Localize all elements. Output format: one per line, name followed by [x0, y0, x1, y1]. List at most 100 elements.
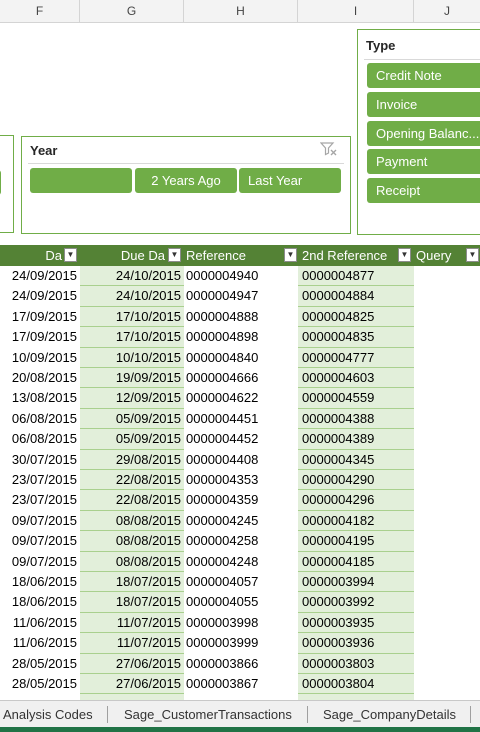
query-dropdown-icon[interactable]: ▼	[466, 248, 479, 262]
date-cell[interactable]: 20/08/2015	[0, 368, 77, 388]
column-header-g[interactable]: G	[80, 0, 184, 22]
reference-cell[interactable]: 0000003998	[186, 613, 296, 633]
due-date-dropdown-icon[interactable]: ▼	[168, 248, 181, 262]
date-cell[interactable]: 10/09/2015	[0, 348, 77, 368]
column-header-h[interactable]: H	[184, 0, 298, 22]
2nd-reference-cell[interactable]: 0000003994	[302, 572, 412, 592]
reference-cell[interactable]: 0000004947	[186, 286, 296, 306]
reference-cell[interactable]: 0000004245	[186, 511, 296, 531]
date-cell[interactable]: 18/06/2015	[0, 592, 77, 612]
2nd-reference-cell[interactable]: 0000004290	[302, 470, 412, 490]
2nd-reference-cell[interactable]: 0000004185	[302, 552, 412, 572]
type-button-receipt[interactable]: Receipt	[367, 178, 480, 203]
date-cell[interactable]: 09/07/2015	[0, 552, 77, 572]
reference-cell[interactable]: 0000004666	[186, 368, 296, 388]
2nd-reference-cell[interactable]: 0000003804	[302, 674, 412, 694]
date-cell[interactable]: 30/07/2015	[0, 450, 77, 470]
due-date-cell[interactable]: 11/07/2015	[80, 613, 181, 633]
date-cell[interactable]: 17/09/2015	[0, 307, 77, 327]
due-date-cell[interactable]: 24/10/2015	[80, 286, 181, 306]
due-date-cell[interactable]: 18/07/2015	[80, 572, 181, 592]
date-cell[interactable]: 23/07/2015	[0, 490, 77, 510]
2nd-reference-cell[interactable]: 0000004835	[302, 327, 412, 347]
reference-cell[interactable]: 0000004840	[186, 348, 296, 368]
date-cell[interactable]: 09/07/2015	[0, 511, 77, 531]
due-date-cell[interactable]: 10/10/2015	[80, 348, 181, 368]
reference-cell[interactable]: 0000004408	[186, 450, 296, 470]
date-cell[interactable]: 17/09/2015	[0, 327, 77, 347]
year-button-1[interactable]	[30, 168, 132, 193]
due-date-cell[interactable]: 11/07/2015	[80, 633, 181, 653]
year-button-2-years-ago[interactable]: 2 Years Ago	[135, 168, 237, 193]
2nd-reference-cell[interactable]: 0000004777	[302, 348, 412, 368]
tab-sage-customer-transactions[interactable]: Sage_CustomerTransactions	[124, 701, 292, 728]
reference-cell[interactable]: 0000004888	[186, 307, 296, 327]
2nd-reference-cell[interactable]: 0000004195	[302, 531, 412, 551]
2nd-reference-cell[interactable]: 0000004389	[302, 429, 412, 449]
type-button-credit-note[interactable]: Credit Note	[367, 63, 480, 88]
due-date-cell[interactable]: 05/09/2015	[80, 429, 181, 449]
type-button-payment[interactable]: Payment	[367, 149, 480, 174]
date-cell[interactable]: 06/08/2015	[0, 409, 77, 429]
2nd-reference-cell[interactable]: 0000004877	[302, 266, 412, 286]
reference-cell[interactable]: 0000004451	[186, 409, 296, 429]
reference-cell[interactable]: 0000004359	[186, 490, 296, 510]
reference-dropdown-icon[interactable]: ▼	[284, 248, 297, 262]
tab-sage-company-details[interactable]: Sage_CompanyDetails	[323, 701, 456, 728]
due-date-cell[interactable]: 27/06/2015	[80, 674, 181, 694]
2nd-reference-cell[interactable]: 0000004825	[302, 307, 412, 327]
date-cell[interactable]: 24/09/2015	[0, 266, 77, 286]
date-cell[interactable]: 11/06/2015	[0, 633, 77, 653]
due-date-cell[interactable]: 22/08/2015	[80, 470, 181, 490]
2nd-reference-cell[interactable]: 0000003803	[302, 654, 412, 674]
due-date-cell[interactable]: 08/08/2015	[80, 531, 181, 551]
due-date-cell[interactable]: 17/10/2015	[80, 327, 181, 347]
date-cell[interactable]: 13/08/2015	[0, 388, 77, 408]
2nd-reference-dropdown-icon[interactable]: ▼	[398, 248, 411, 262]
reference-cell[interactable]: 0000004248	[186, 552, 296, 572]
due-date-cell[interactable]: 08/08/2015	[80, 552, 181, 572]
reference-cell[interactable]: 0000004898	[186, 327, 296, 347]
reference-cell[interactable]: 0000004057	[186, 572, 296, 592]
partial-slicer-button[interactable]	[0, 170, 1, 195]
clear-filter-icon[interactable]	[319, 141, 338, 160]
reference-cell[interactable]: 0000004055	[186, 592, 296, 612]
due-date-cell[interactable]: 29/08/2015	[80, 450, 181, 470]
type-button-invoice[interactable]: Invoice	[367, 92, 480, 117]
year-button-last-year[interactable]: Last Year	[239, 168, 341, 193]
date-cell[interactable]: 24/09/2015	[0, 286, 77, 306]
reference-cell[interactable]: 0000004622	[186, 388, 296, 408]
reference-cell[interactable]: 0000003867	[186, 674, 296, 694]
date-cell[interactable]: 28/05/2015	[0, 674, 77, 694]
2nd-reference-cell[interactable]: 0000004603	[302, 368, 412, 388]
reference-cell[interactable]: 0000004452	[186, 429, 296, 449]
column-header-i[interactable]: I	[298, 0, 414, 22]
2nd-reference-cell[interactable]: 0000004345	[302, 450, 412, 470]
2nd-reference-cell[interactable]: 0000004884	[302, 286, 412, 306]
due-date-cell[interactable]: 12/09/2015	[80, 388, 181, 408]
type-slicer[interactable]: Type Credit Note Invoice Opening Balanc.…	[357, 29, 480, 235]
2nd-reference-cell[interactable]: 0000004388	[302, 409, 412, 429]
date-cell[interactable]: 18/06/2015	[0, 572, 77, 592]
reference-cell[interactable]: 0000004940	[186, 266, 296, 286]
2nd-reference-cell[interactable]: 0000003935	[302, 613, 412, 633]
2nd-reference-cell[interactable]: 0000003992	[302, 592, 412, 612]
date-cell[interactable]: 23/07/2015	[0, 470, 77, 490]
date-dropdown-icon[interactable]: ▼	[64, 248, 77, 262]
year-slicer[interactable]: Year 2 Years Ago Last Year	[21, 136, 351, 234]
column-header-f[interactable]: F	[0, 0, 80, 22]
due-date-cell[interactable]: 18/07/2015	[80, 592, 181, 612]
partial-slicer[interactable]	[0, 135, 14, 233]
due-date-cell[interactable]: 22/08/2015	[80, 490, 181, 510]
due-date-cell[interactable]: 08/08/2015	[80, 511, 181, 531]
reference-cell[interactable]: 0000003999	[186, 633, 296, 653]
column-header-j[interactable]: J	[414, 0, 480, 22]
reference-cell[interactable]: 0000003866	[186, 654, 296, 674]
2nd-reference-cell[interactable]: 0000004296	[302, 490, 412, 510]
date-cell[interactable]: 06/08/2015	[0, 429, 77, 449]
type-button-opening-balance[interactable]: Opening Balanc...	[367, 121, 480, 146]
date-cell[interactable]: 28/05/2015	[0, 654, 77, 674]
due-date-cell[interactable]: 05/09/2015	[80, 409, 181, 429]
date-cell[interactable]: 11/06/2015	[0, 613, 77, 633]
reference-cell[interactable]: 0000004353	[186, 470, 296, 490]
